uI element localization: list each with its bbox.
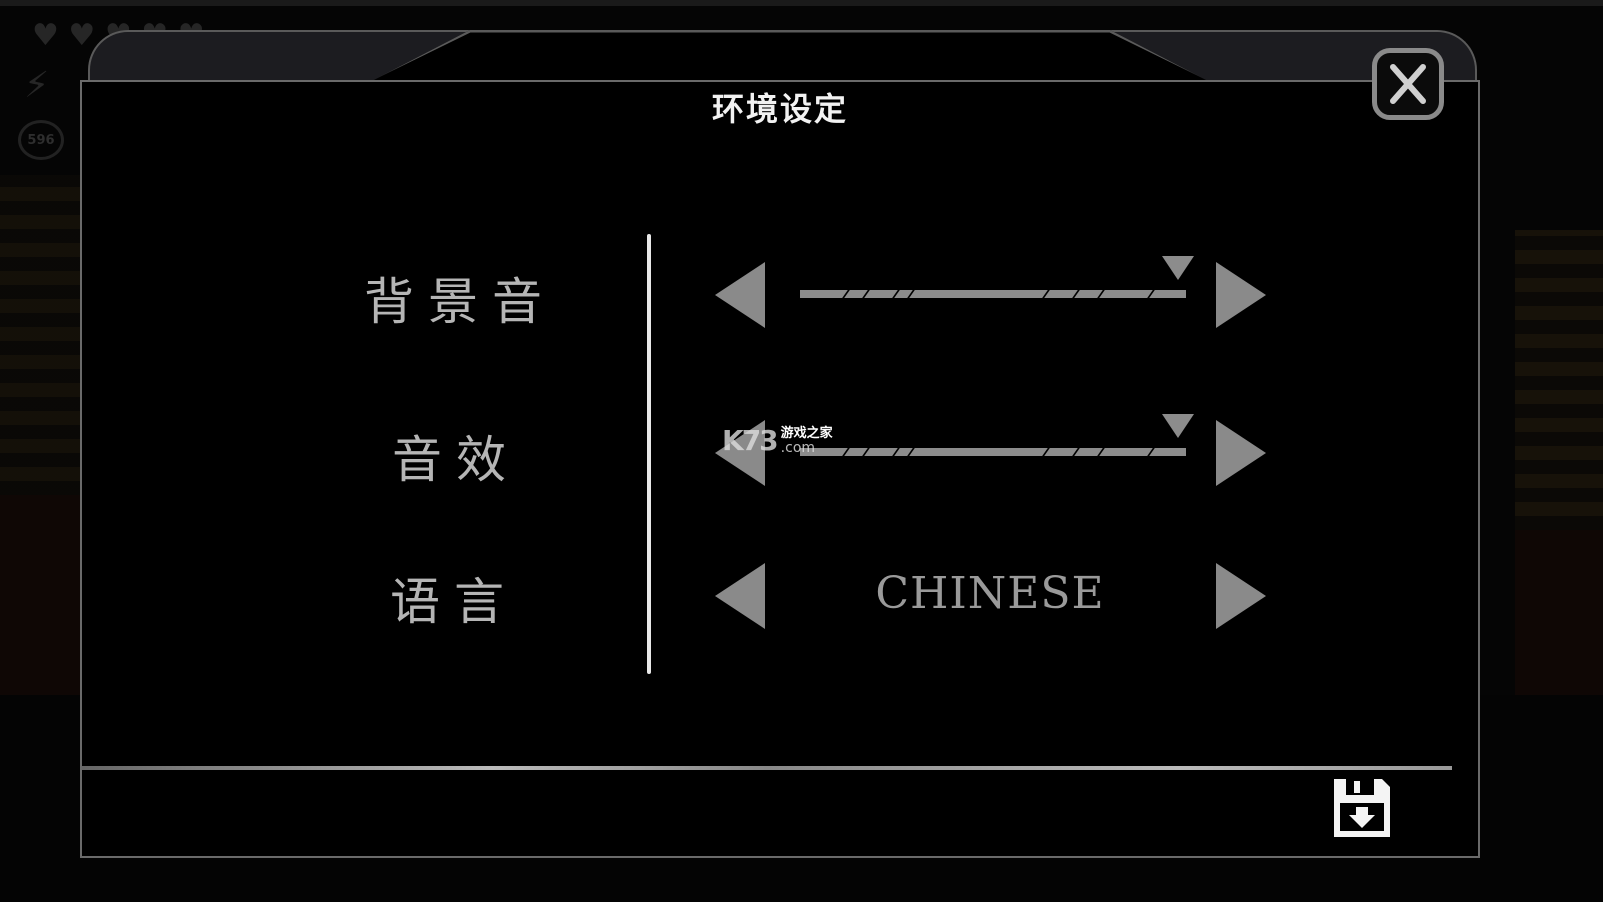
language-next-button[interactable]: [1216, 563, 1266, 629]
background-top-bar: [0, 0, 1603, 6]
sfx-label: 音效: [392, 431, 520, 489]
close-icon: [1390, 64, 1426, 104]
dialog-header-notch: [370, 30, 1210, 82]
language-value: CHINESE: [875, 568, 1105, 619]
bgm-decrease-button[interactable]: [715, 262, 765, 328]
watermark-logo: K73: [722, 424, 779, 457]
watermark-domain: .com: [780, 439, 816, 456]
save-icon: [1334, 779, 1390, 837]
language-label: 语言: [390, 573, 518, 631]
bgm-volume-slider[interactable]: [800, 289, 1186, 299]
close-button[interactable]: [1372, 48, 1444, 120]
background-floor-left: [0, 495, 80, 695]
dialog-title: 环境设定: [711, 90, 848, 128]
sfx-volume-thumb[interactable]: [1162, 414, 1195, 438]
bgm-volume-thumb[interactable]: [1162, 256, 1195, 280]
sfx-increase-button[interactable]: [1216, 420, 1266, 486]
footer-divider: [82, 766, 1452, 770]
sfx-volume-slider[interactable]: [800, 447, 1186, 457]
watermark-cn-text: 游戏之家: [780, 425, 833, 441]
background-brick-wall-left: [0, 175, 80, 495]
background-floor-right: [1515, 530, 1603, 695]
settings-dialog: [80, 80, 1480, 858]
bgm-increase-button[interactable]: [1216, 262, 1266, 328]
bgm-label: 背景音: [364, 273, 556, 331]
watermark: K73 游戏之家 .com: [722, 424, 833, 457]
save-button[interactable]: [1332, 777, 1392, 839]
column-divider: [647, 234, 651, 674]
language-previous-button[interactable]: [715, 563, 765, 629]
background-brick-wall-right: [1515, 230, 1603, 530]
